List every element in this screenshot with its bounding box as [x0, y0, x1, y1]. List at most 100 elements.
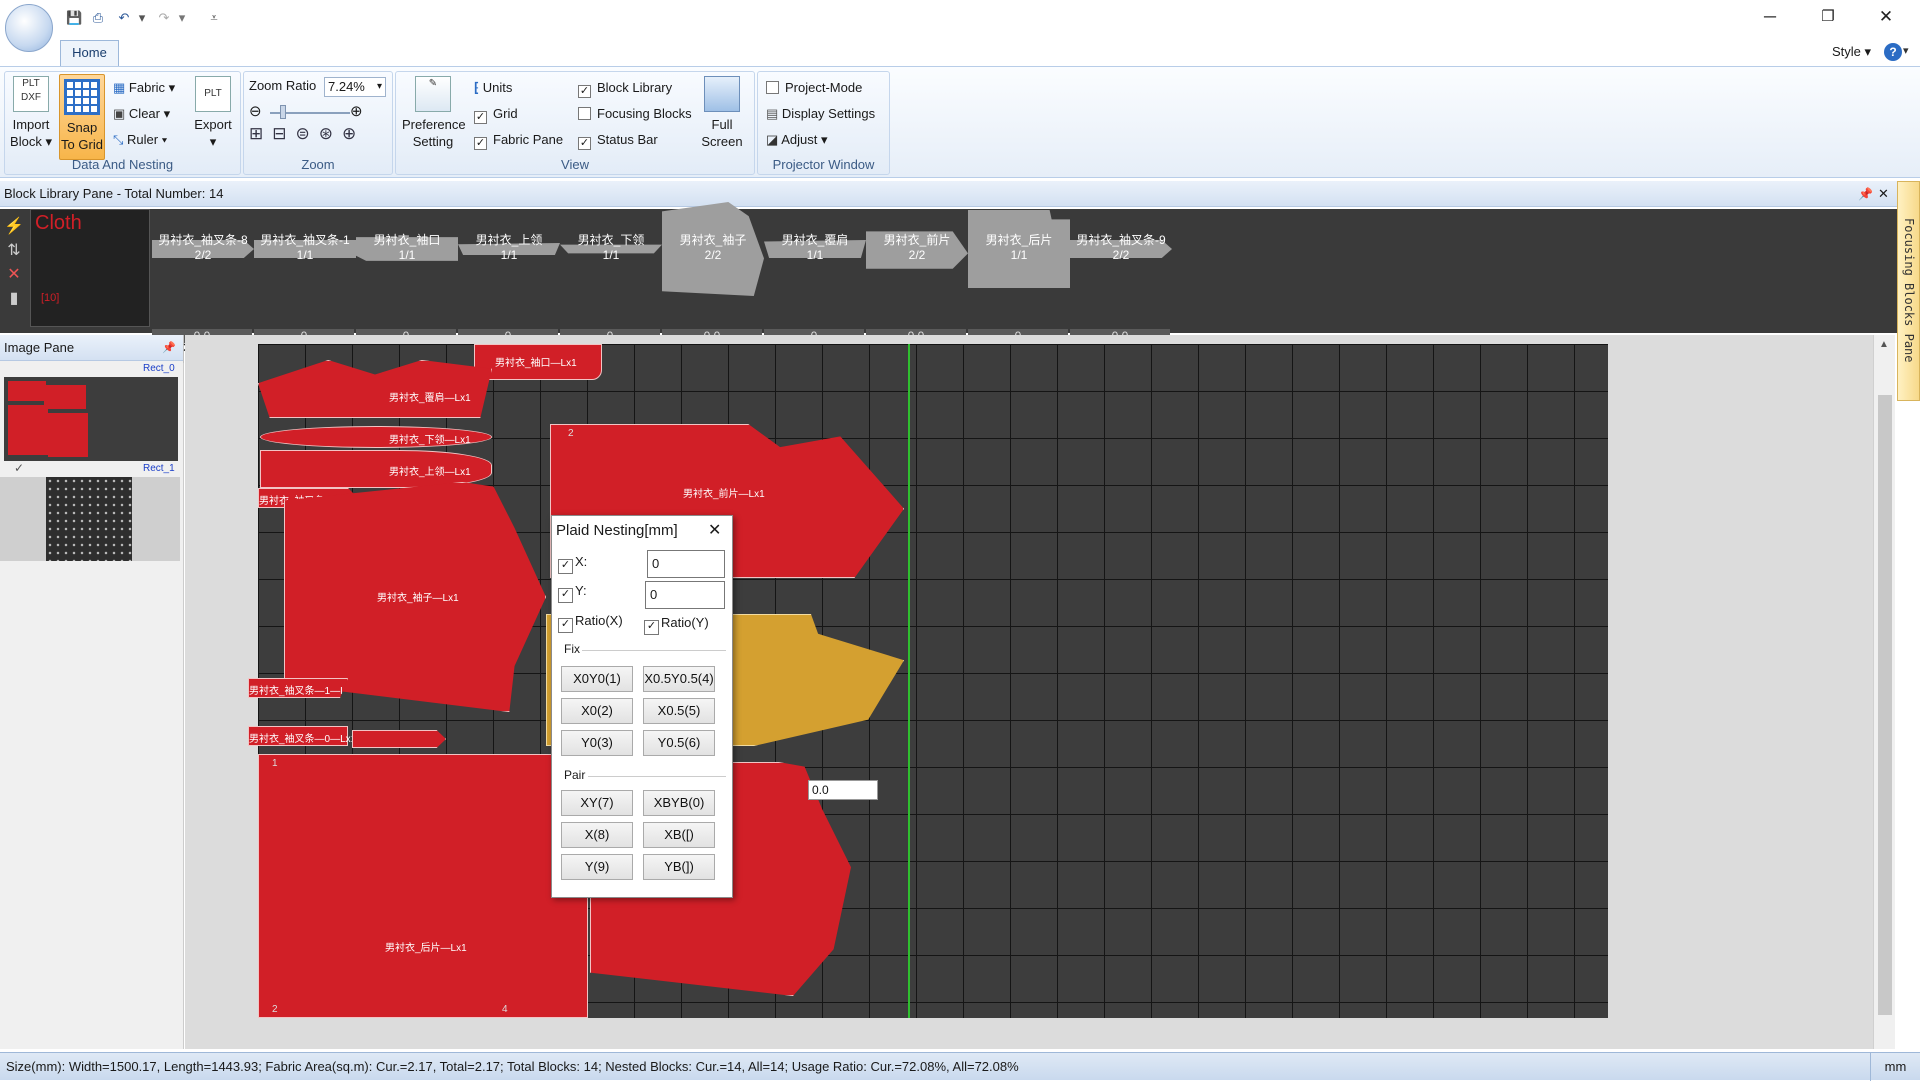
adjust-button[interactable]: ◪ Adjust ▾ [766, 130, 827, 150]
restore-button[interactable]: ❐ [1806, 6, 1850, 28]
pair-xy-button[interactable]: XY(7) [561, 790, 633, 816]
help-icon[interactable]: ? [1884, 43, 1902, 61]
undo-icon[interactable]: ↶ [116, 10, 132, 26]
ruler-button[interactable]: ⤡ Ruler ▾ [113, 130, 167, 150]
clear-button[interactable]: ▣ Clear ▾ [113, 104, 170, 124]
application-menu-button[interactable] [5, 4, 53, 52]
print-icon[interactable]: ⎙ [90, 10, 106, 26]
full-screen-button[interactable]: Full Screen [696, 76, 748, 150]
snap-to-grid-button[interactable]: Snap To Grid [59, 74, 105, 160]
unit-indicator[interactable]: mm [1870, 1053, 1920, 1081]
redo-dropdown-icon[interactable]: ▾ [174, 10, 190, 26]
pair-x-button[interactable]: X(8) [561, 822, 633, 848]
pair-y-button[interactable]: Y(9) [561, 854, 633, 880]
pair-xbyb-button[interactable]: XBYB(0) [643, 790, 715, 816]
sort-icon[interactable]: ⇅ [4, 239, 24, 263]
fix-y0-button[interactable]: Y0(3) [561, 730, 633, 756]
zoom-out-icon[interactable]: ⊖ [249, 102, 262, 120]
fix-x0-button[interactable]: X0(2) [561, 698, 633, 724]
fix-x05y05-button[interactable]: X0.5Y0.5(4) [643, 666, 715, 692]
pin-icon[interactable]: 📌 [1858, 181, 1873, 207]
export-button[interactable]: PLT Export ▾ [191, 76, 235, 150]
pair-xb-button[interactable]: XB([) [643, 822, 715, 848]
zoom-fit-icon[interactable]: ⊜ [296, 124, 319, 143]
ruler-icon: ⤡ [113, 132, 124, 147]
import-block-button[interactable]: PLT DXF Import Block ▾ [9, 76, 53, 150]
cloth-preview[interactable]: Cloth [10] [30, 209, 150, 327]
x-check[interactable]: ✓ [558, 559, 573, 574]
display-settings-button[interactable]: ▤ Display Settings [766, 104, 875, 124]
rect0-thumbnail[interactable] [4, 377, 178, 461]
block-library-checkbox[interactable]: ✓ Block Library [578, 78, 672, 98]
piece-placket-small[interactable] [352, 730, 446, 748]
fix-x0y0-button[interactable]: X0Y0(1) [561, 666, 633, 692]
piece-lower-collar[interactable]: 男衬衣_下领—Lx1 [260, 426, 492, 448]
focusing-blocks-check[interactable] [578, 107, 591, 120]
block-library-strip: ⚡ ⇅ ✕ ▮ Cloth [10] 男衬衣_袖叉条-82/20 0男衬衣_袖叉… [0, 202, 1900, 343]
x-input[interactable]: 0 [647, 550, 725, 578]
close-block-library-icon[interactable]: ✕ [1878, 181, 1889, 207]
pair-yb-button[interactable]: YB(]) [643, 854, 715, 880]
y-check[interactable]: ✓ [558, 588, 573, 603]
piece-back[interactable]: 男衬衣_后片—Lx1 [258, 754, 588, 1018]
scroll-up-icon[interactable]: ▲ [1879, 339, 1889, 350]
fabric-pane-label: Fabric Pane [493, 132, 564, 147]
preference-setting-button[interactable]: ✎ Preference Setting [402, 76, 466, 150]
piece-cuff[interactable]: 男衬衣_袖口—Lx1 [474, 344, 602, 380]
grid-checkbox[interactable]: ✓ Grid [474, 104, 518, 124]
status-bar-checkbox[interactable]: ✓ Status Bar [578, 130, 658, 150]
fix-x05-button[interactable]: X0.5(5) [643, 698, 715, 724]
fix-y05-button[interactable]: Y0.5(6) [643, 730, 715, 756]
lightning-icon[interactable]: ⚡ [4, 215, 24, 239]
customize-toolbar-icon[interactable]: ⩡ [206, 10, 222, 26]
fabric-grid[interactable]: 男衬衣_袖口—Lx1 男衬衣_覆肩—Lx1 男衬衣_下领—Lx1 男衬衣_上领—… [248, 344, 1608, 1018]
grid-check[interactable]: ✓ [474, 111, 487, 124]
project-mode-checkbox[interactable]: Project-Mode [766, 78, 862, 98]
redo-icon[interactable]: ↷ [156, 10, 172, 26]
piece-yoke[interactable]: 男衬衣_覆肩—Lx1 [258, 360, 492, 418]
undo-dropdown-icon[interactable]: ▾ [134, 10, 150, 26]
dialog-close-icon[interactable]: ✕ [708, 520, 721, 540]
zoom-all-icon[interactable]: ⊕ [342, 124, 365, 143]
piece-placket-1[interactable]: 男衬衣_袖叉条—1—Lx1 [248, 678, 348, 698]
fabric-pane-checkbox[interactable]: ✓ Fabric Pane [474, 130, 563, 150]
adjust-icon: ◪ [766, 132, 779, 147]
zoom-window-icon[interactable]: ⊞ [249, 124, 272, 143]
minimize-button[interactable]: ─ [1748, 6, 1792, 28]
project-mode-check[interactable] [766, 81, 779, 94]
zoom-in-icon[interactable]: ⊕ [350, 102, 363, 120]
remove-icon[interactable]: ✕ [4, 263, 24, 287]
zoom-slider-thumb[interactable] [280, 105, 286, 119]
focusing-blocks-checkbox[interactable]: Focusing Blocks [578, 104, 692, 124]
block-library-check[interactable]: ✓ [578, 85, 591, 98]
zoom-select-icon[interactable]: ⊛ [319, 124, 342, 143]
zoom-ratio-select[interactable]: 7.24% ▾ [324, 77, 386, 97]
style-menu[interactable]: Style ▾ [1832, 44, 1871, 60]
canvas-vertical-scrollbar[interactable]: ▲ [1873, 335, 1895, 1049]
ratio-x-check[interactable]: ✓ [558, 618, 573, 633]
rect1-thumbnail[interactable] [46, 477, 132, 561]
help-dropdown-icon[interactable]: ▾ [1903, 44, 1909, 57]
offset-input[interactable]: 0.0 [808, 780, 878, 800]
units-button[interactable]: ⁅ Units [474, 78, 512, 98]
fabric-button[interactable]: ▦ Fabric ▾ [113, 78, 175, 98]
lock-icon[interactable]: ▮ [4, 287, 24, 311]
close-window-button[interactable]: ✕ [1864, 6, 1908, 28]
scroll-thumb[interactable] [1878, 395, 1892, 1015]
fabric-pane-check[interactable]: ✓ [474, 137, 487, 150]
ratio-x-checkbox[interactable]: ✓ Ratio(X) [558, 613, 623, 633]
image-pane-pin-icon[interactable]: 📌 [162, 335, 176, 361]
piece-placket-0[interactable]: 男衬衣_袖叉条—0—Lx1 [248, 726, 356, 746]
piece-upper-collar[interactable]: 男衬衣_上领—Lx1 [260, 450, 492, 488]
ratio-y-checkbox[interactable]: ✓ Ratio(Y) [644, 615, 709, 635]
save-icon[interactable]: 💾 [66, 10, 82, 26]
status-bar-check[interactable]: ✓ [578, 137, 591, 150]
zoom-previous-icon[interactable]: ⊟ [272, 124, 295, 143]
tab-home[interactable]: Home [60, 40, 119, 66]
focusing-blocks-pane-tab[interactable]: Focusing Blocks Pane [1897, 181, 1920, 401]
piece-sleeve[interactable]: 男衬衣_袖子—Lx1 [284, 482, 546, 712]
x-checkbox[interactable]: ✓ X: [558, 554, 587, 574]
ratio-y-check[interactable]: ✓ [644, 620, 659, 635]
y-checkbox[interactable]: ✓ Y: [558, 583, 587, 603]
y-input[interactable]: 0 [645, 581, 725, 609]
